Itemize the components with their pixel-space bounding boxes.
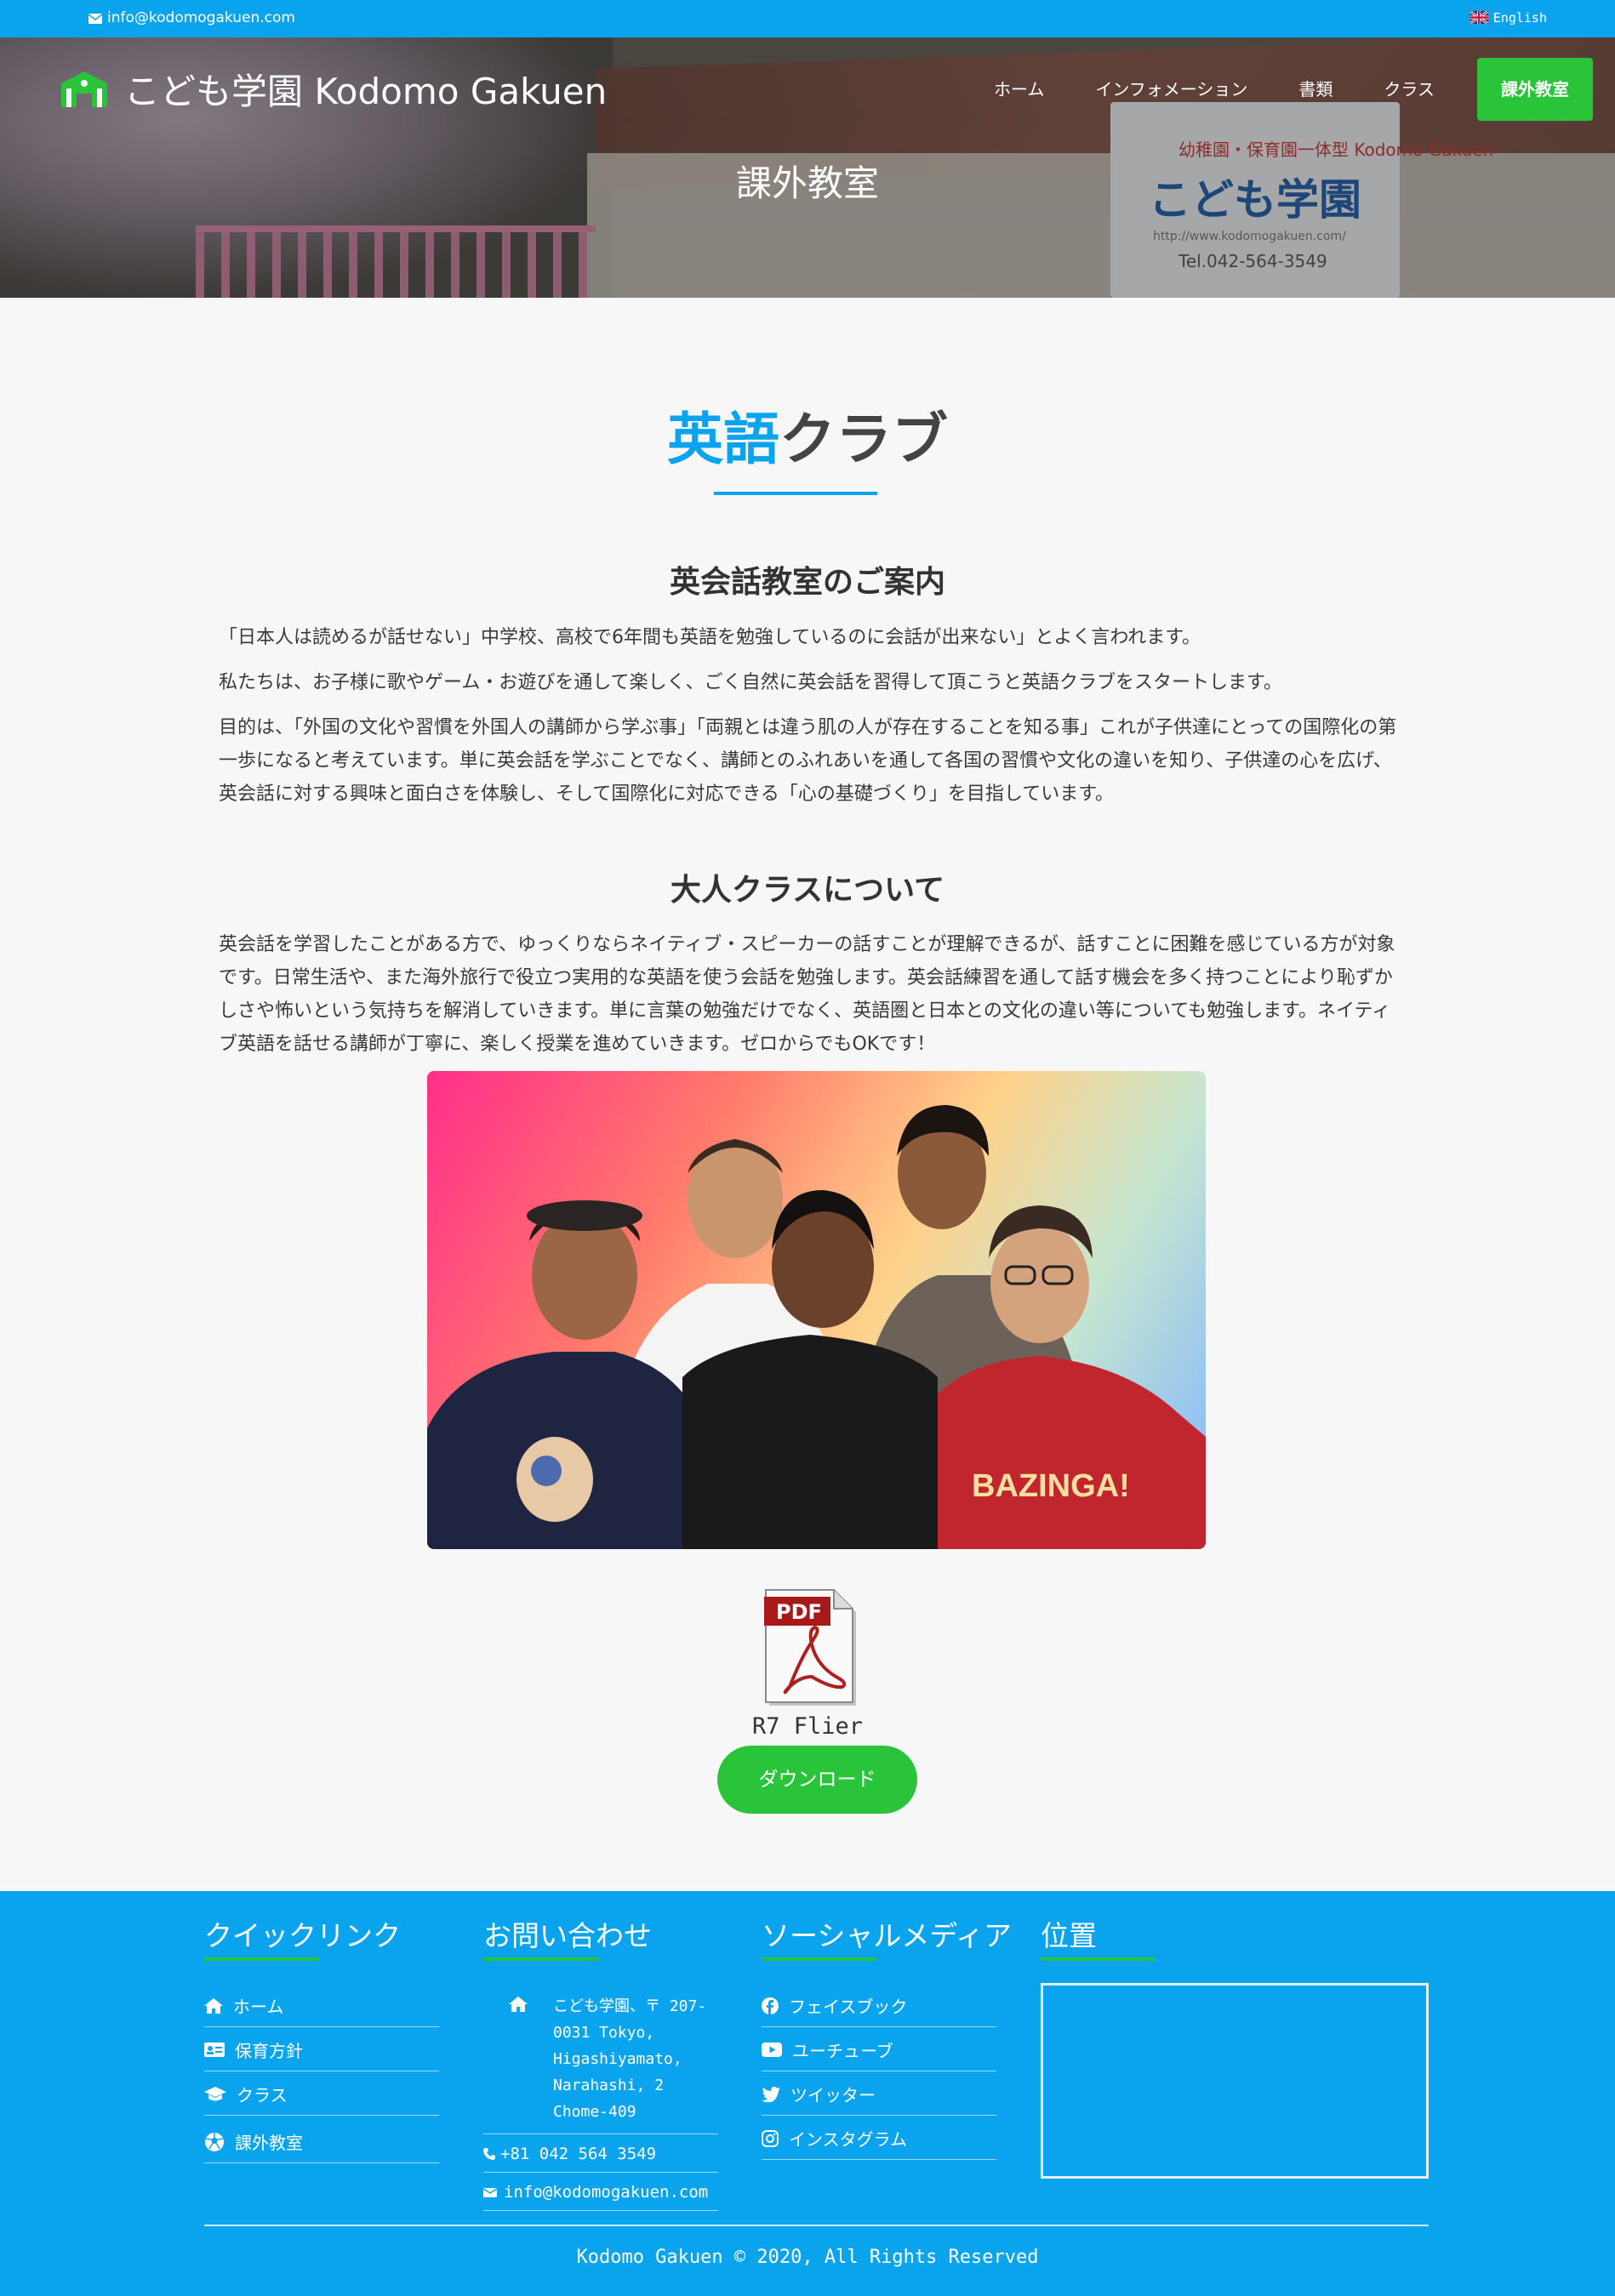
pdf-file-icon[interactable]: PDF	[764, 1588, 859, 1712]
contact-address-text: こども学園、〒 207-0031 Tokyo, Higashiyamato, N…	[553, 1997, 707, 2121]
social-label: ユーチューブ	[792, 2041, 893, 2061]
contact-phone-text: +81 042 564 3549	[500, 2145, 657, 2163]
download-button[interactable]: ダウンロード	[717, 1746, 917, 1814]
contact-email[interactable]: info@kodomogakuen.com	[483, 2173, 718, 2211]
teachers-photo: BAZINGA!	[427, 1071, 1206, 1549]
hero-banner: 幼稚園・保育園一体型 Kodomo Gakuen こども学園 http://ww…	[0, 0, 1615, 298]
heading-accent: 英語	[667, 407, 779, 472]
uk-flag-icon	[1469, 11, 1488, 24]
soccer-ball-icon	[205, 2132, 224, 2151]
language-switch[interactable]: English	[1469, 10, 1547, 26]
footer-link-label: クラス	[237, 2085, 288, 2105]
contact-phone[interactable]: +81 042 564 3549	[483, 2134, 718, 2173]
home-icon	[509, 1997, 528, 2012]
footer-link-policy[interactable]: 保育方針	[204, 2027, 439, 2071]
school-building-icon	[61, 71, 107, 107]
main-navbar: こども学園 Kodomo Gakuen ホーム インフォメーション 書類 クラス…	[0, 37, 1615, 140]
social-youtube[interactable]: ユーチューブ	[762, 2027, 996, 2071]
contact-email-text: info@kodomogakuen.com	[504, 2183, 709, 2202]
pdf-label: PDF	[776, 1600, 822, 1624]
footer-link-extracurricular[interactable]: 課外教室	[204, 2116, 439, 2163]
envelope-icon	[483, 2187, 497, 2197]
nav-documents[interactable]: 書類	[1273, 58, 1358, 121]
footer-social: ソーシャルメディア フェイスブック ユーチューブ ツイッター インスタグラム	[762, 1913, 1013, 2160]
social-label: ツイッター	[790, 2085, 876, 2105]
contact-address: こども学園、〒 207-0031 Tokyo, Higashiyamato, N…	[483, 1983, 718, 2134]
section-adult-class-title: 大人クラスについて	[670, 873, 945, 908]
section2-paragraph: 英会話を学習したことがある方で、ゆっくりならネイティブ・スピーカーの話すことが理…	[219, 934, 1395, 1055]
section1-paragraph: 「日本人は読めるが話せない」中学校、高校で6年間も英語を勉強しているのに会話が出…	[219, 627, 1201, 648]
language-label: English	[1492, 10, 1547, 26]
twitter-icon	[762, 2086, 780, 2102]
nav-menu: ホーム インフォメーション 書類 クラス 課外教室	[968, 58, 1593, 121]
footer-location: 位置	[1041, 1913, 1432, 2179]
home-icon	[204, 1997, 223, 2014]
footer-link-label: 保育方針	[235, 2041, 303, 2061]
footer-link-label: ホーム	[233, 1997, 284, 2017]
phone-icon	[483, 2148, 495, 2160]
nav-home[interactable]: ホーム	[968, 58, 1070, 121]
heading-underline	[714, 492, 877, 495]
id-card-icon	[204, 2042, 225, 2057]
heading-rest: クラブ	[779, 407, 948, 472]
youtube-icon	[762, 2042, 782, 2057]
nav-extracurricular[interactable]: 課外教室	[1477, 58, 1593, 121]
section1-paragraph: 目的は、「外国の文化や習慣を外国人の講師から学ぶ事」「両親とは違う肌の人が存在す…	[219, 717, 1397, 805]
topbar-email[interactable]: info@kodomogakuen.com	[88, 9, 295, 26]
nav-information[interactable]: インフォメーション	[1070, 58, 1273, 121]
social-facebook[interactable]: フェイスブック	[762, 1983, 996, 2027]
instagram-icon	[762, 2129, 779, 2147]
footer-link-home[interactable]: ホーム	[204, 1983, 439, 2027]
brand-name: こども学園 Kodomo Gakuen	[124, 71, 608, 112]
social-title: ソーシャルメディア	[762, 1919, 1013, 1952]
bazinga-shirt-text: BAZINGA!	[972, 1468, 1130, 1504]
envelope-icon	[88, 14, 103, 24]
pdf-caption: R7 Flier	[751, 1713, 864, 1740]
footer-link-classes[interactable]: クラス	[204, 2071, 439, 2116]
footer-link-label: 課外教室	[235, 2133, 303, 2153]
english-club-heading: 英語クラブ	[0, 394, 1615, 476]
location-title: 位置	[1041, 1919, 1097, 1952]
top-bar: info@kodomogakuen.com English	[0, 0, 1615, 37]
footer-contact: お問い合わせ こども学園、〒 207-0031 Tokyo, Higashiya…	[483, 1913, 718, 2211]
contact-title: お問い合わせ	[483, 1919, 652, 1952]
facebook-icon	[762, 1997, 779, 2014]
social-twitter[interactable]: ツイッター	[762, 2071, 996, 2116]
social-label: インスタグラム	[789, 2129, 907, 2150]
brand-logo[interactable]: こども学園 Kodomo Gakuen	[61, 63, 607, 115]
page-title: 課外教室	[735, 162, 879, 204]
section1-paragraph: 私たちは、お子様に歌やゲーム・お遊びを通して楽しく、ごく自然に英会話を習得して頂…	[219, 672, 1282, 693]
person-front-right: BAZINGA!	[938, 1205, 1206, 1549]
map-embed[interactable]	[1041, 1983, 1429, 2179]
footer: クイックリンク ホーム 保育方針 クラス 課外教室 お問い合わせ こども学園、〒…	[0, 1891, 1615, 2296]
copyright: Kodomo Gakuen © 2020, All Rights Reserve…	[576, 2247, 1039, 2268]
footer-divider	[204, 2225, 1429, 2226]
graduation-cap-icon	[204, 2086, 226, 2100]
section-eikaiwa-title: 英会話教室のご案内	[669, 565, 945, 600]
nav-classes[interactable]: クラス	[1358, 58, 1460, 121]
social-label: フェイスブック	[789, 1997, 908, 2017]
topbar-email-text: info@kodomogakuen.com	[107, 9, 295, 26]
footer-quick-links: クイックリンク ホーム 保育方針 クラス 課外教室	[204, 1913, 439, 2163]
quick-links-title: クイックリンク	[204, 1919, 401, 1952]
social-instagram[interactable]: インスタグラム	[762, 2116, 996, 2160]
